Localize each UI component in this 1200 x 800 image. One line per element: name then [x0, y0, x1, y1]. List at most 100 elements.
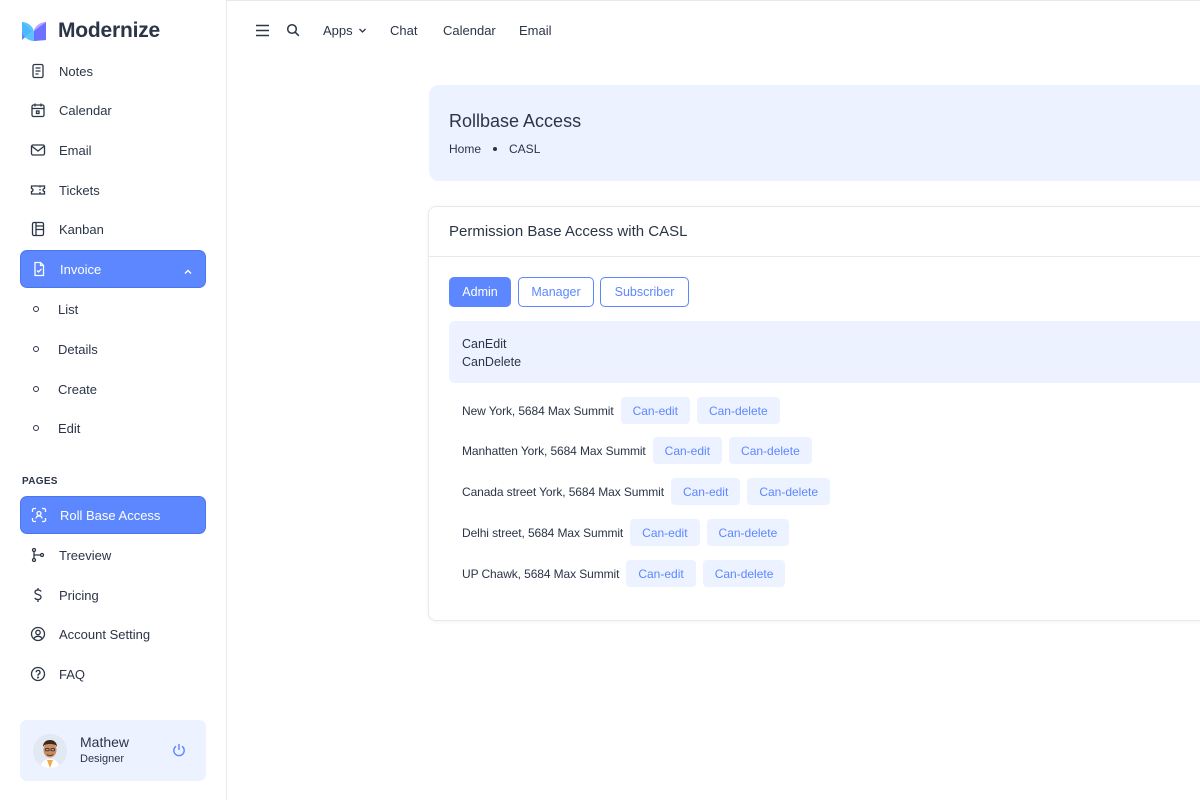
sidebar-item-treeview[interactable]: Treeview — [20, 536, 206, 574]
permission-can-edit: CanEdit — [462, 337, 507, 351]
user-scan-icon — [30, 506, 48, 524]
address-row: New York, 5684 Max Summit Can-edit Can-d… — [462, 397, 787, 424]
address-row: Delhi street, 5684 Max Summit Can-edit C… — [462, 519, 796, 546]
notes-icon — [29, 62, 47, 80]
user-circle-icon — [29, 625, 47, 643]
can-edit-chip[interactable]: Can-edit — [670, 478, 741, 505]
help-circle-icon — [29, 665, 47, 683]
circle-bullet-icon — [33, 306, 39, 312]
section-caption-pages: PAGES — [22, 476, 58, 487]
dollar-icon — [29, 586, 47, 604]
permissions-box: CanEdit CanDelete — [449, 321, 1200, 383]
sidebar-item-notes[interactable]: Notes — [20, 52, 206, 90]
can-delete-chip[interactable]: Can-delete — [696, 397, 780, 424]
kanban-icon — [29, 220, 47, 238]
ticket-icon — [29, 181, 47, 199]
sidebar-item-invoice[interactable]: Invoice — [20, 250, 206, 288]
page-title: Rollbase Access — [449, 111, 582, 131]
top-bar: Apps Chat Calendar Email — [227, 0, 1200, 62]
sidebar-item-label: Roll Base Access — [60, 507, 161, 523]
sidebar-subitem-list[interactable]: List — [20, 294, 206, 324]
breadcrumb: Home CASL — [449, 142, 540, 156]
sidebar-item-label: Pricing — [59, 587, 99, 603]
power-icon[interactable] — [171, 742, 187, 758]
address-text: Canada street York, 5684 Max Summit — [462, 484, 664, 499]
can-edit-chip[interactable]: Can-edit — [652, 437, 723, 464]
address-text: New York, 5684 Max Summit — [462, 403, 614, 418]
address-row: Canada street York, 5684 Max Summit Can-… — [462, 478, 837, 505]
nav-email-link[interactable]: Email — [519, 23, 552, 38]
can-delete-chip[interactable]: Can-delete — [706, 519, 790, 546]
sidebar-subitem-label: Create — [58, 381, 98, 397]
nav-apps-dropdown[interactable]: Apps — [323, 23, 367, 38]
sidebar-item-label: Kanban — [59, 221, 104, 237]
can-edit-chip[interactable]: Can-edit — [620, 397, 690, 424]
nav-calendar-link[interactable]: Calendar — [443, 23, 496, 38]
address-text: UP Chawk, 5684 Max Summit — [462, 566, 620, 581]
calendar-icon — [29, 101, 47, 119]
role-admin-button[interactable]: Admin — [449, 277, 511, 307]
sidebar-subitem-label: Edit — [58, 420, 81, 436]
nav-chat-link[interactable]: Chat — [390, 23, 417, 38]
sidebar-item-label: Account Setting — [59, 626, 151, 642]
sidebar-item-label: Email — [59, 142, 92, 158]
can-delete-chip[interactable]: Can-delete — [702, 560, 786, 587]
role-subscriber-button[interactable]: Subscriber — [600, 277, 689, 307]
card-divider — [429, 256, 1200, 257]
sidebar-item-roll-base-access[interactable]: Roll Base Access — [20, 496, 206, 534]
permission-card: Permission Base Access with CASL Admin M… — [428, 206, 1200, 621]
sidebar-subitem-label: Details — [58, 341, 98, 357]
chevron-up-icon — [183, 264, 193, 282]
breadcrumb-home[interactable]: Home — [449, 142, 481, 156]
sidebar-item-label: Calendar — [59, 102, 112, 118]
sidebar-item-label: FAQ — [59, 666, 86, 682]
can-edit-chip[interactable]: Can-edit — [630, 519, 700, 546]
sidebar-item-label: Tickets — [59, 182, 100, 198]
page-header: Rollbase Access Home CASL — [429, 85, 1200, 181]
address-text: Delhi street, 5684 Max Summit — [462, 525, 624, 540]
brand-name: Modernize — [58, 19, 161, 42]
circle-bullet-icon — [33, 425, 39, 431]
sidebar-subitem-label: List — [58, 301, 79, 317]
card-title: Permission Base Access with CASL — [449, 223, 688, 240]
profile-name: Mathew — [80, 734, 130, 750]
address-row: Manhatten York, 5684 Max Summit Can-edit… — [462, 437, 819, 464]
sidebar-item-email[interactable]: Email — [20, 131, 206, 169]
can-edit-chip[interactable]: Can-edit — [626, 560, 696, 587]
menu-icon[interactable] — [254, 22, 270, 38]
sidebar-subitem-details[interactable]: Details — [20, 334, 206, 364]
breadcrumb-current: CASL — [509, 142, 541, 156]
sidebar-item-account-setting[interactable]: Account Setting — [20, 615, 206, 653]
sidebar-item-label: Treeview — [59, 547, 112, 563]
sidebar-item-pricing[interactable]: Pricing — [20, 576, 206, 614]
address-text: Manhatten York, 5684 Max Summit — [462, 443, 646, 458]
brand-logo[interactable]: Modernize — [20, 18, 160, 44]
avatar[interactable] — [33, 734, 67, 768]
sidebar-item-kanban[interactable]: Kanban — [20, 210, 206, 248]
sidebar-subitem-edit[interactable]: Edit — [20, 413, 206, 443]
chevron-down-icon — [358, 23, 367, 38]
sidebar: Modernize Notes Calendar Email Tickets K… — [0, 0, 227, 800]
circle-bullet-icon — [33, 346, 39, 352]
breadcrumb-separator — [493, 147, 498, 151]
nav-apps-label: Apps — [323, 23, 353, 38]
logo-icon — [20, 19, 48, 43]
profile-card: Mathew Designer — [20, 720, 206, 781]
profile-role: Designer — [80, 753, 125, 765]
invoice-icon — [30, 260, 48, 278]
git-branch-icon — [29, 546, 47, 564]
sidebar-item-calendar[interactable]: Calendar — [20, 91, 206, 129]
address-row: UP Chawk, 5684 Max Summit Can-edit Can-d… — [462, 560, 792, 587]
circle-bullet-icon — [33, 386, 39, 392]
permission-can-delete: CanDelete — [462, 355, 522, 369]
sidebar-item-faq[interactable]: FAQ — [20, 655, 206, 693]
sidebar-item-tickets[interactable]: Tickets — [20, 171, 206, 209]
can-delete-chip[interactable]: Can-delete — [747, 478, 831, 505]
mail-icon — [29, 141, 47, 159]
search-icon[interactable] — [285, 22, 301, 38]
can-delete-chip[interactable]: Can-delete — [729, 437, 812, 464]
sidebar-subitem-create[interactable]: Create — [20, 374, 206, 404]
sidebar-item-label: Invoice — [60, 261, 102, 277]
sidebar-item-label: Notes — [59, 63, 93, 79]
role-manager-button[interactable]: Manager — [518, 277, 594, 307]
